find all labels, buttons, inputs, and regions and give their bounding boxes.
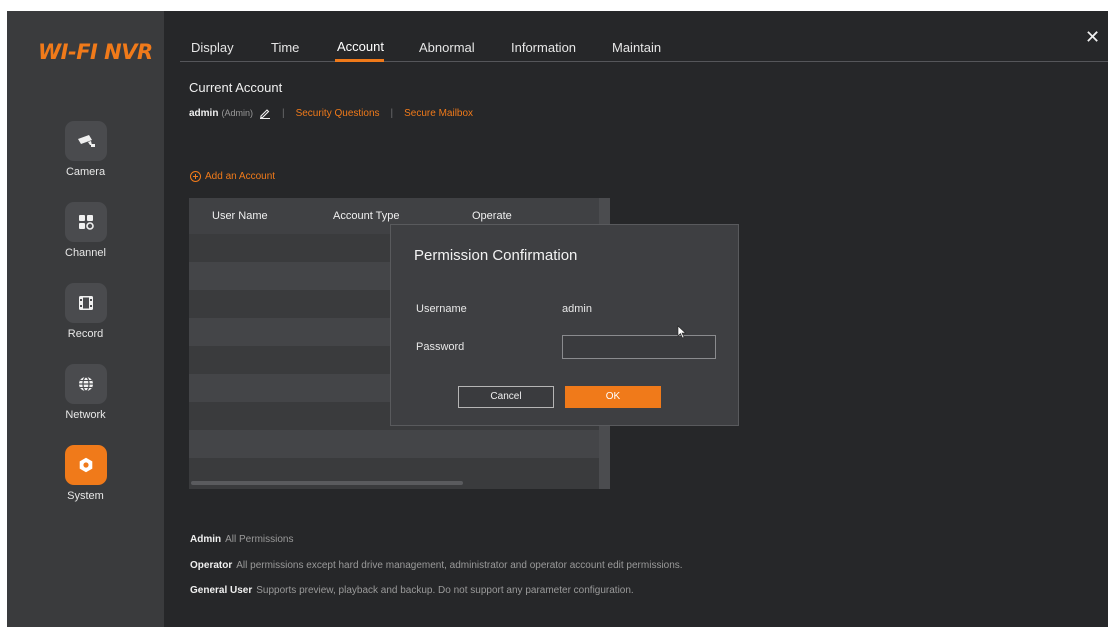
record-film-icon	[65, 283, 107, 323]
role-name: Operator	[190, 560, 233, 571]
permission-confirmation-dialog: Permission Confirmation Username admin P…	[390, 224, 739, 426]
role-description: All permissions except hard drive manage…	[236, 560, 683, 571]
column-header-operate: Operate	[472, 210, 512, 222]
plus-circle-icon	[190, 171, 201, 182]
current-username: admin	[189, 107, 219, 119]
edit-pencil-icon[interactable]	[259, 107, 271, 119]
active-tab-indicator	[335, 59, 384, 62]
horizontal-scrollbar[interactable]	[191, 481, 463, 485]
sidebar-item-label: System	[67, 490, 104, 502]
current-account-title: Current Account	[189, 80, 283, 95]
close-icon[interactable]: ✕	[1085, 27, 1100, 47]
cancel-button[interactable]: Cancel	[458, 386, 554, 408]
channel-grid-icon	[65, 202, 107, 242]
column-header-account-type: Account Type	[333, 210, 400, 222]
current-account-row: admin (Admin) | Security Questions | Sec…	[189, 107, 473, 119]
table-row[interactable]	[189, 430, 599, 458]
secure-mailbox-link[interactable]: Secure Mailbox	[404, 108, 473, 119]
tab-abnormal[interactable]: Abnormal	[419, 40, 475, 55]
tab-bar-divider	[180, 61, 1108, 62]
role-description: All Permissions	[225, 534, 294, 545]
sidebar-item-channel[interactable]: Channel	[7, 202, 164, 272]
sidebar-item-record[interactable]: Record	[7, 283, 164, 353]
tab-time[interactable]: Time	[271, 40, 299, 55]
tab-information[interactable]: Information	[511, 40, 576, 55]
sidebar-item-label: Camera	[65, 166, 106, 178]
app-logo: WI-FI NVR	[38, 40, 153, 64]
tab-account[interactable]: Account	[337, 39, 384, 54]
globe-icon	[65, 364, 107, 404]
separator: |	[281, 107, 285, 119]
add-account-label: Add an Account	[205, 171, 276, 182]
username-value: admin	[562, 303, 592, 315]
sidebar-item-camera[interactable]: Camera	[7, 121, 164, 191]
sidebar-item-label: Network	[65, 409, 106, 421]
permission-desc-admin: Admin All Permissions	[190, 534, 293, 545]
permission-desc-general-user: General User Supports preview, playback a…	[190, 585, 634, 596]
username-label: Username	[416, 303, 467, 315]
current-role: (Admin)	[221, 108, 253, 118]
sidebar-item-network[interactable]: Network	[7, 364, 164, 434]
sidebar-item-label: Channel	[65, 247, 106, 259]
gear-icon	[65, 445, 107, 485]
camera-icon	[65, 121, 107, 161]
role-name: General User	[190, 585, 253, 596]
sidebar-item-label: Record	[67, 328, 104, 340]
role-name: Admin	[190, 534, 222, 545]
role-description: Supports preview, playback and backup. D…	[256, 585, 634, 596]
dialog-title: Permission Confirmation	[414, 247, 578, 264]
password-label: Password	[416, 341, 465, 353]
tab-display[interactable]: Display	[191, 40, 234, 55]
security-questions-link[interactable]: Security Questions	[296, 108, 380, 119]
ok-button[interactable]: OK	[565, 386, 661, 408]
sidebar-item-system[interactable]: System	[7, 445, 164, 515]
tab-maintain[interactable]: Maintain	[612, 40, 661, 55]
permission-desc-operator: Operator All permissions except hard driv…	[190, 560, 683, 571]
add-account-button[interactable]: Add an Account	[190, 171, 275, 182]
separator: |	[390, 107, 394, 119]
column-header-user-name: User Name	[212, 210, 268, 222]
password-field[interactable]	[562, 335, 716, 359]
mouse-pointer-icon	[677, 325, 687, 339]
